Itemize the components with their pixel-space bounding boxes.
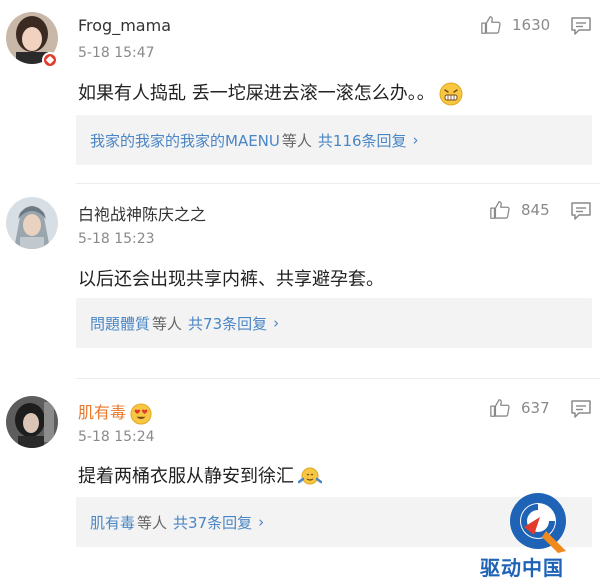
like-count: 845 — [521, 201, 550, 219]
reply-users[interactable]: 肌有毒 — [90, 512, 135, 533]
reply-users[interactable]: 問題體質 — [90, 313, 150, 334]
thumbs-up-icon — [490, 201, 510, 219]
comment-text: 提着两桶衣服从静安到徐汇 — [78, 462, 322, 489]
like-count: 1630 — [512, 16, 551, 34]
reply-count[interactable]: 共116条回复 — [318, 130, 407, 151]
comment-text-content: 提着两桶衣服从静安到徐汇 — [78, 466, 294, 487]
comment-text: 以后还会出现共享内裤、共享避孕套。 — [78, 269, 384, 290]
comment-time: 5-18 15:24 — [78, 429, 155, 445]
like-button[interactable]: 637 — [489, 397, 550, 419]
reply-summary-box[interactable]: 問題體質 等人 共73条回复 › — [76, 298, 592, 348]
comment-text: 如果有人捣乱 丢一坨屎进去滚一滚怎么办。。 — [78, 79, 463, 106]
comment-time: 5-18 15:47 — [78, 45, 155, 61]
comment-reply-icon[interactable] — [570, 399, 592, 419]
reply-mid-text: 等人 — [281, 131, 312, 150]
reply-users[interactable]: 我家的我家的我家的MAENU — [90, 130, 280, 151]
user-avatar[interactable] — [6, 396, 58, 448]
user-avatar[interactable] — [6, 197, 58, 249]
comment-username-text: 肌有毒 — [78, 403, 127, 422]
verified-badge-icon — [42, 52, 58, 68]
like-count: 637 — [521, 399, 550, 417]
comment-text-content: 如果有人捣乱 丢一坨屎进去滚一滚怎么办。。 — [78, 83, 435, 104]
reply-summary-box[interactable]: 我家的我家的我家的MAENU 等人 共116条回复 › — [76, 115, 592, 165]
reply-count[interactable]: 共37条回复 — [173, 512, 252, 533]
comment-divider — [76, 378, 600, 379]
comment-username[interactable]: 肌有毒 — [78, 399, 152, 425]
comment-username[interactable]: 白袍战神陈庆之之 — [78, 201, 206, 225]
reply-count[interactable]: 共73条回复 — [188, 313, 267, 334]
heart-eyes-emoji-icon — [130, 402, 152, 425]
avatar-warrior-icon — [6, 197, 58, 249]
comment-divider — [76, 183, 600, 184]
shrug-emoji-icon — [298, 467, 322, 485]
comment-time: 5-18 15:23 — [78, 231, 155, 247]
chevron-right-icon: › — [412, 131, 419, 149]
grimace-emoji-icon — [439, 82, 463, 106]
comment-reply-icon[interactable] — [570, 16, 592, 36]
reply-mid-text: 等人 — [137, 513, 168, 532]
chevron-right-icon: › — [258, 513, 265, 531]
watermark-text: 驱动中国 — [480, 556, 564, 580]
thumbs-up-icon — [481, 16, 501, 34]
avatar-girl-icon — [6, 396, 58, 448]
like-button[interactable]: 1630 — [480, 14, 550, 36]
reply-mid-text: 等人 — [152, 314, 183, 333]
chevron-right-icon: › — [273, 314, 280, 332]
thumbs-up-icon — [490, 399, 510, 417]
comment-reply-icon[interactable] — [570, 201, 592, 221]
like-button[interactable]: 845 — [489, 199, 550, 221]
comment-username[interactable]: Frog_mama — [78, 16, 171, 35]
